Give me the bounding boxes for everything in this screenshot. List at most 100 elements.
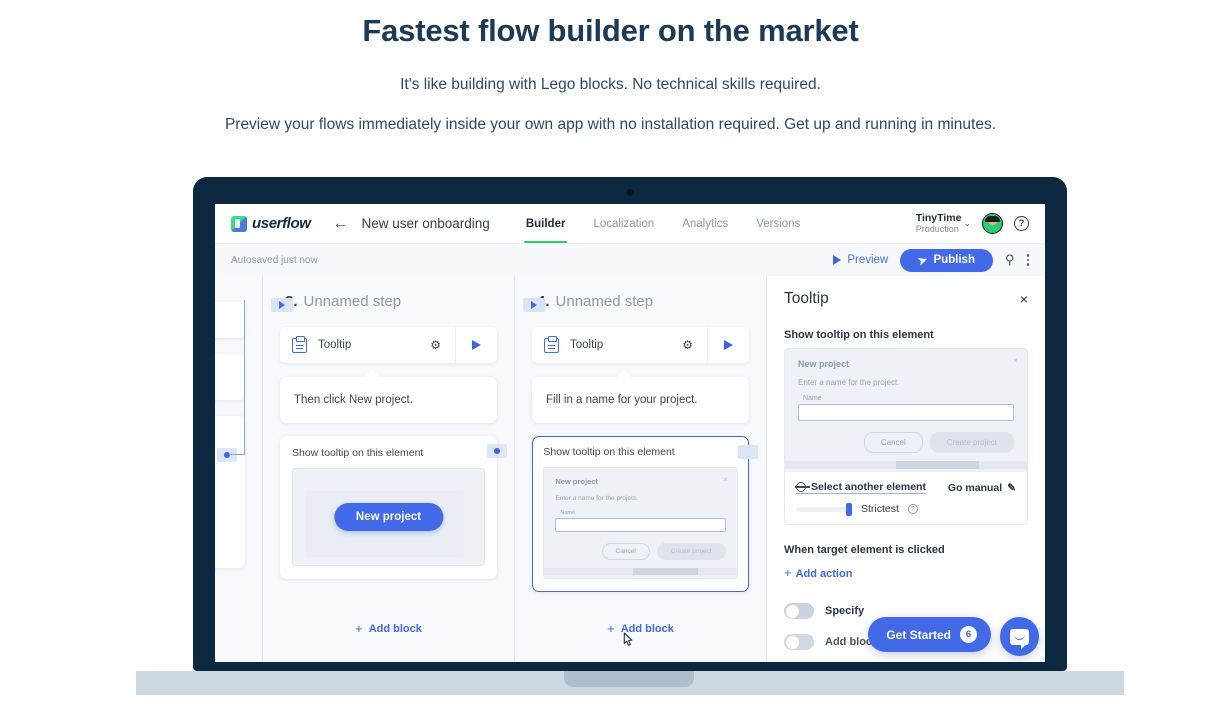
- element-target-card-4[interactable]: Show tooltip on this element New project…: [532, 436, 758, 592]
- close-icon[interactable]: ×: [1020, 291, 1028, 307]
- partial-card-c: [215, 416, 245, 568]
- play-icon: [833, 255, 842, 265]
- gear-icon-4[interactable]: ⚙: [682, 338, 693, 352]
- block-label-4: Tooltip: [570, 339, 604, 351]
- preview-button-label: Preview: [847, 254, 889, 266]
- hero-section: Fastest flow builder on the market It's …: [0, 0, 1221, 134]
- strictness-label: Strictest: [861, 503, 899, 515]
- help-icon[interactable]: ?: [1014, 216, 1029, 231]
- add-block-button-3[interactable]: + Add block: [263, 621, 514, 636]
- preview-modal-field-label: Name: [803, 395, 822, 402]
- get-started-widget[interactable]: Get Started 6: [868, 617, 991, 652]
- add-action-button[interactable]: + Add action: [784, 565, 1028, 580]
- step-name-4[interactable]: Unnamed step: [556, 293, 654, 310]
- add-block-button-4[interactable]: + Add block: [515, 621, 766, 636]
- connector-port-4[interactable]: [738, 445, 758, 459]
- add-block-label-4: Add block: [620, 622, 674, 635]
- laptop-base-notch: [564, 671, 694, 687]
- step-name-3[interactable]: Unnamed step: [304, 293, 402, 310]
- block-tooltip-4[interactable]: Tooltip ⚙: [532, 327, 749, 363]
- gear-icon-3[interactable]: ⚙: [430, 338, 441, 352]
- select-another-element-label: Select another element: [811, 481, 926, 493]
- toggle-specify[interactable]: [784, 603, 814, 619]
- mock-new-project-button: New project: [333, 503, 444, 531]
- run-block-button-4[interactable]: [707, 327, 749, 363]
- tooltip-text-card-4[interactable]: Fill in a name for your project.: [532, 370, 749, 423]
- preview-modal-footer: [785, 461, 1027, 469]
- properties-panel: Tooltip × Show tooltip on this element N…: [767, 276, 1045, 662]
- step-column-3: 3. Unnamed step Tooltip ⚙ Then click New…: [263, 276, 515, 662]
- plus-icon: +: [784, 565, 792, 580]
- more-options-icon[interactable]: [1026, 254, 1029, 266]
- step-entry-marker-4: [523, 298, 545, 312]
- tenant-name: TinyTime: [915, 212, 962, 225]
- toggle-specify-label: Specify: [825, 605, 865, 617]
- tenant-switcher[interactable]: TinyTime Production ⌄: [916, 212, 971, 234]
- preview-modal-description: Enter a name for the project.: [798, 378, 900, 387]
- tab-localization[interactable]: Localization: [579, 204, 668, 243]
- panel-title: Tooltip: [784, 290, 829, 307]
- tab-analytics[interactable]: Analytics: [668, 204, 742, 243]
- go-manual-label: Go manual: [947, 481, 1003, 494]
- block-label-3: Tooltip: [318, 339, 352, 351]
- partial-card-a: [215, 302, 245, 338]
- back-arrow-icon[interactable]: ←: [332, 215, 348, 232]
- element-preview-3: New project: [292, 468, 485, 566]
- element-target-card-3[interactable]: Show tooltip on this element New project: [280, 436, 507, 579]
- connector-port-3[interactable]: [487, 444, 507, 458]
- userflow-logo[interactable]: userflow: [231, 215, 311, 232]
- editor-toolbar: Autosaved just now Preview ➤ Publish ⚲: [215, 243, 1045, 276]
- step-header-4: 4. Unnamed step: [515, 293, 766, 310]
- add-action-label: Add action: [795, 568, 853, 580]
- tenant-env: Production: [915, 224, 959, 235]
- page-title: Fastest flow builder on the market: [362, 13, 859, 48]
- tooltip-block-icon: [544, 335, 559, 353]
- toggle-secondary[interactable]: [784, 634, 814, 650]
- mock-modal-title-4: New project: [555, 477, 598, 487]
- laptop-mockup: userflow ← New user onboarding Builder L…: [193, 177, 1067, 671]
- strictness-slider[interactable]: [796, 502, 852, 516]
- step-header-3: 3. Unnamed step: [263, 293, 514, 310]
- slider-thumb[interactable]: [846, 502, 852, 516]
- preview-button[interactable]: Preview: [833, 254, 888, 266]
- flow-canvas: 3. Unnamed step Tooltip ⚙ Then click New…: [215, 276, 1045, 662]
- connector-line-horizontal: [229, 454, 245, 455]
- target-element-preview: New project × Enter a name for the proje…: [785, 349, 1027, 472]
- run-block-button-3[interactable]: [455, 327, 497, 363]
- mock-cancel-button-4: Cancel: [601, 543, 650, 561]
- tab-versions[interactable]: Versions: [742, 204, 814, 243]
- go-manual-button[interactable]: Go manual ✎: [948, 482, 1016, 494]
- send-icon: ➤: [916, 253, 930, 268]
- step-entry-marker-3: [271, 298, 293, 312]
- pencil-icon: ✎: [1007, 481, 1016, 494]
- tab-builder[interactable]: Builder: [512, 204, 580, 243]
- hero-subtitle-2: Preview your flows immediately inside yo…: [224, 116, 997, 133]
- app-screen: userflow ← New user onboarding Builder L…: [215, 204, 1045, 662]
- connector-port-left: [217, 448, 237, 462]
- tooltip-block-icon: [292, 335, 307, 353]
- publish-button-label: Publish: [933, 254, 975, 266]
- preview-modal-close-icon: ×: [1013, 356, 1018, 365]
- select-another-element-link[interactable]: Select another element: [794, 481, 926, 494]
- preview-modal-input: [798, 404, 1014, 421]
- mock-modal-close-icon-4: ×: [722, 475, 728, 485]
- question-mark-icon[interactable]: ?: [907, 504, 918, 514]
- avatar[interactable]: [982, 213, 1003, 234]
- userflow-logo-text: userflow: [252, 215, 311, 232]
- app-header: userflow ← New user onboarding Builder L…: [215, 204, 1045, 243]
- block-tooltip-3[interactable]: Tooltip ⚙: [280, 327, 497, 363]
- publish-button[interactable]: ➤ Publish: [900, 248, 993, 272]
- preview-create-button: Create project: [929, 432, 1014, 453]
- webcam-dot: [626, 189, 634, 196]
- mock-create-button-4: Create project: [656, 543, 726, 561]
- strictness-slider-row: Strictest ?: [785, 494, 1027, 516]
- chat-launcher-button[interactable]: [1000, 617, 1039, 656]
- plus-icon: +: [607, 621, 615, 636]
- tooltip-text-card-3[interactable]: Then click New project.: [280, 370, 497, 423]
- target-element-card: New project × Enter a name for the proje…: [784, 348, 1028, 525]
- lightbulb-icon[interactable]: ⚲: [1005, 252, 1015, 268]
- target-crosshair-icon: [794, 482, 810, 492]
- preview-modal-title: New project: [798, 359, 850, 369]
- step-column-4: 4. Unnamed step Tooltip ⚙ Fill in a name…: [515, 276, 767, 662]
- previous-step-column: [215, 276, 263, 662]
